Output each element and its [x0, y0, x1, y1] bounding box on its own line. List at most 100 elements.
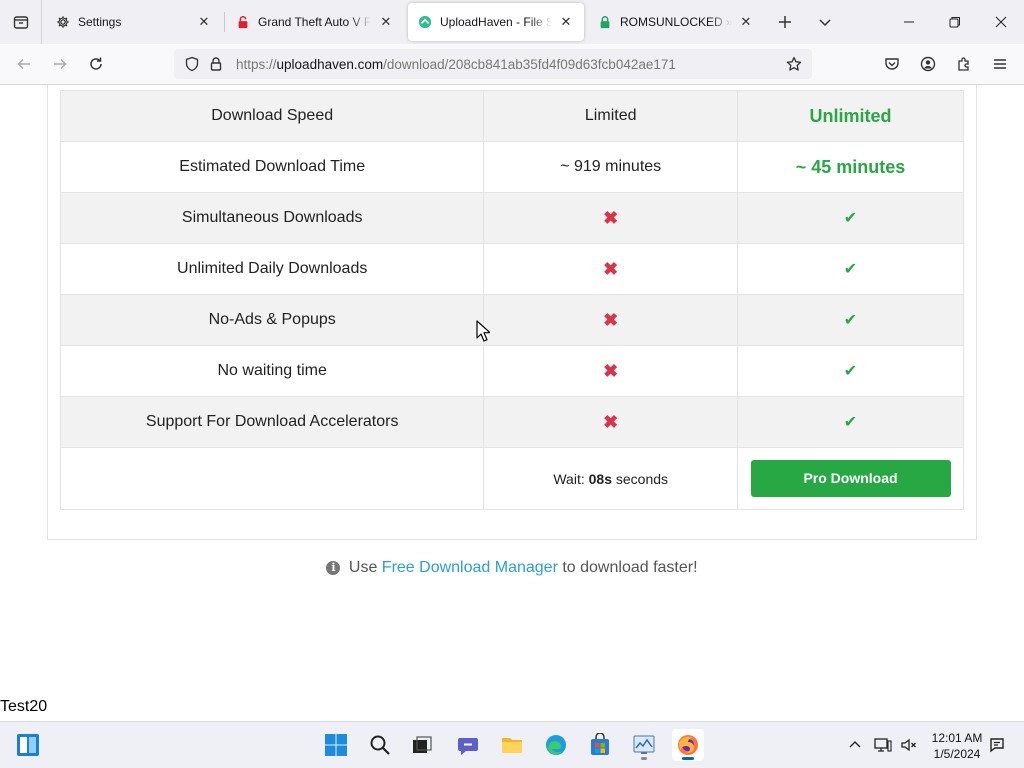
tab-settings[interactable]: Settings ✕: [46, 3, 222, 41]
table-row: Wait: 08s seconds Pro Download: [59, 447, 964, 510]
feature-cell: Estimated Download Time: [59, 141, 485, 193]
plus-icon: [779, 16, 791, 28]
notification-center-button[interactable]: [986, 734, 1008, 756]
restore-button[interactable]: [932, 0, 978, 44]
empty-cell: [59, 447, 485, 510]
volume-button[interactable]: [898, 734, 920, 756]
back-button[interactable]: [8, 48, 40, 80]
restore-icon: [949, 17, 960, 28]
close-tab-icon[interactable]: ✕: [558, 14, 574, 30]
firefox-view-button[interactable]: [0, 0, 42, 44]
performance-monitor-icon: [633, 735, 655, 754]
free-download-manager-link[interactable]: Free Download Manager: [382, 559, 558, 576]
clock-time: 12:01 AM: [931, 731, 983, 745]
show-hidden-icons-button[interactable]: [844, 734, 866, 756]
reload-button[interactable]: [80, 48, 112, 80]
uploadhaven-icon: [418, 15, 432, 29]
check-icon: ✔: [843, 210, 858, 227]
firefox-icon: [678, 735, 698, 755]
pocket-button[interactable]: [876, 48, 908, 80]
feature-cell: Simultaneous Downloads: [59, 192, 485, 244]
red-lock-icon: [236, 15, 250, 29]
widgets-button[interactable]: [12, 729, 44, 761]
table-row: Estimated Download Time ~ 919 minutes ~ …: [59, 141, 964, 193]
close-tab-icon[interactable]: ✕: [196, 14, 212, 30]
page-content: Download Speed Limited Unlimited Estimat…: [0, 85, 1024, 721]
pro-cell: ~ 45 minutes: [737, 141, 964, 193]
firefox-view-icon: [13, 16, 28, 29]
tracking-protection-icon[interactable]: [180, 52, 204, 76]
address-bar[interactable]: https://uploadhaven.com/download/208cb84…: [174, 49, 812, 79]
url-text[interactable]: https://uploadhaven.com/download/208cb84…: [236, 57, 676, 72]
table-row: Simultaneous Downloads ✖ ✔: [59, 192, 964, 244]
navigation-toolbar: https://uploadhaven.com/download/208cb84…: [0, 44, 1024, 85]
feature-cell: Unlimited Daily Downloads: [59, 243, 485, 295]
wait-seconds-value: 08s: [588, 470, 612, 487]
volume-muted-icon: [901, 738, 916, 752]
notice-prefix: Use: [348, 559, 378, 576]
pocket-icon: [885, 58, 899, 70]
forward-button[interactable]: [44, 48, 76, 80]
account-icon: [920, 56, 936, 72]
tab-title: ROMSUNLOCKED » Free: [620, 15, 732, 29]
menu-button[interactable]: [984, 48, 1016, 80]
microsoft-store-button[interactable]: [584, 729, 616, 761]
close-tab-icon[interactable]: ✕: [378, 14, 394, 30]
chevron-down-icon: [819, 19, 831, 27]
task-view-button[interactable]: [406, 729, 438, 761]
pro-cell: Unlimited: [737, 90, 964, 142]
edge-icon: [546, 735, 566, 755]
wait-countdown: Wait: 08s seconds: [483, 447, 739, 510]
chevron-up-icon: [849, 741, 861, 748]
feature-cell: Download Speed: [59, 90, 485, 142]
check-icon: ✔: [843, 261, 858, 278]
mouse-cursor-icon: [476, 320, 490, 342]
table-row: Support For Download Accelerators ✖ ✔: [59, 396, 964, 448]
search-button[interactable]: [364, 729, 396, 761]
pro-download-button[interactable]: Pro Download: [750, 460, 951, 497]
forward-arrow-icon: [54, 58, 67, 70]
tab-romsunlocked[interactable]: ROMSUNLOCKED » Free ✕: [588, 3, 764, 41]
file-explorer-button[interactable]: [496, 729, 528, 761]
tab-strip: Settings ✕ Grand Theft Auto V Free Downl…: [0, 0, 1024, 44]
network-icon: [874, 738, 892, 752]
back-arrow-icon: [17, 58, 30, 70]
url-path: /download/208cb841ab35fd4f09d63fcb042ae1…: [383, 56, 676, 72]
network-button[interactable]: [872, 734, 894, 756]
bookmark-star-icon[interactable]: [782, 52, 806, 76]
running-indicator: [641, 757, 647, 760]
folder-icon: [502, 738, 522, 753]
tab-gta-v[interactable]: Grand Theft Auto V Free Download ✕: [226, 3, 404, 41]
system-clock[interactable]: 12:01 AM 1/5/2024: [922, 730, 992, 762]
start-button[interactable]: [320, 729, 352, 761]
firefox-button[interactable]: [672, 729, 704, 761]
cross-icon: ✖: [603, 360, 619, 381]
lock-icon[interactable]: [204, 52, 228, 76]
widgets-icon: [17, 734, 39, 756]
active-indicator: [682, 757, 694, 760]
list-all-tabs-button[interactable]: [809, 6, 841, 38]
cross-icon: ✖: [603, 207, 619, 228]
tab-uploadhaven[interactable]: UploadHaven - File Sharing ✕: [408, 3, 584, 41]
task-view-icon: [413, 736, 432, 753]
tab-title: Grand Theft Auto V Free Download: [258, 15, 372, 29]
minimize-button[interactable]: [886, 0, 932, 44]
table-row: No-Ads & Popups ✖ ✔: [59, 294, 964, 346]
download-manager-notice: i Use Free Download Manager to download …: [0, 559, 1024, 577]
free-cell: Limited: [483, 90, 739, 142]
cross-icon: ✖: [603, 309, 619, 330]
close-window-button[interactable]: [978, 0, 1024, 44]
cross-icon: ✖: [603, 411, 619, 432]
tab-title: UploadHaven - File Sharing: [440, 15, 552, 29]
task-manager-button[interactable]: [628, 729, 660, 761]
taskbar: 12:01 AM 1/5/2024: [0, 721, 1024, 768]
edge-button[interactable]: [540, 729, 572, 761]
search-icon: [370, 735, 390, 755]
account-button[interactable]: [912, 48, 944, 80]
extensions-button[interactable]: [948, 48, 980, 80]
new-tab-button[interactable]: [769, 6, 801, 38]
close-tab-icon[interactable]: ✕: [738, 14, 754, 30]
close-icon: [995, 16, 1007, 28]
teams-chat-button[interactable]: [452, 729, 484, 761]
clock-date: 1/5/2024: [933, 747, 981, 761]
